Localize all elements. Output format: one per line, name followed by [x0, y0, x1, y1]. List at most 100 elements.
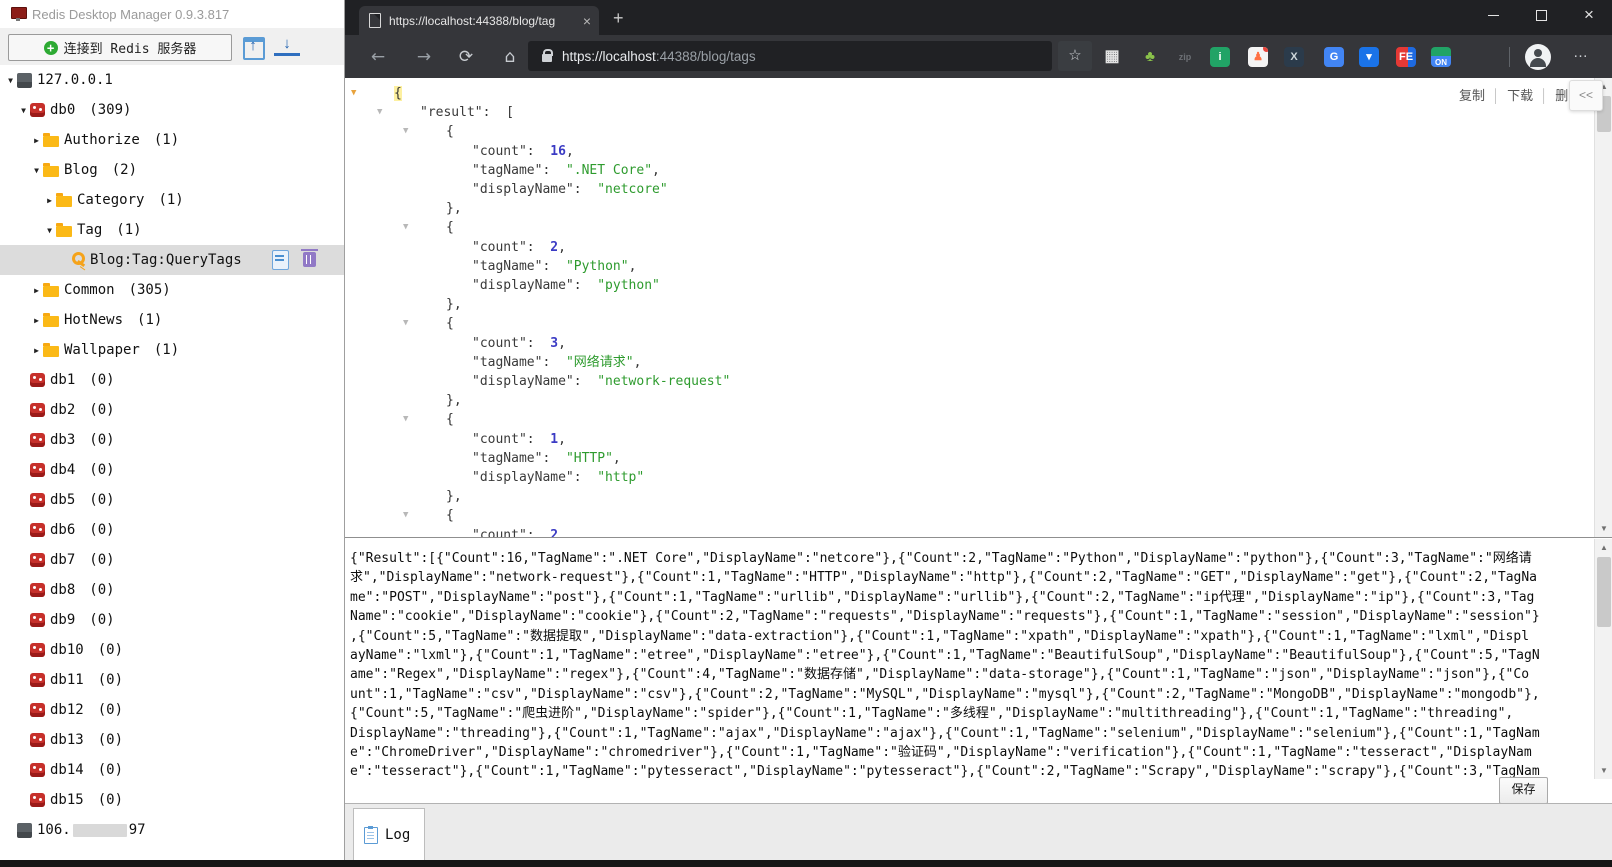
delete-key-icon[interactable]	[301, 249, 318, 267]
expand-arrow-icon[interactable]: ▼	[17, 106, 30, 115]
tab-close-icon[interactable]: ×	[583, 13, 591, 29]
qr-code-extension-icon[interactable]: ▦	[1102, 47, 1122, 67]
tree-row[interactable]: db2 (0)	[0, 395, 344, 425]
tree-row[interactable]: ▶ HotNews (1)	[0, 305, 344, 335]
plant-extension-icon[interactable]: ♣	[1140, 47, 1160, 67]
info-extension-icon[interactable]: i	[1210, 47, 1230, 67]
back-icon[interactable]: ←	[365, 44, 391, 70]
json-line: ▼{	[368, 122, 1548, 141]
folder-icon	[43, 283, 59, 297]
json-line: "count": 16,	[368, 142, 1548, 161]
key-count: (1)	[137, 312, 163, 328]
tree-row[interactable]: ▼ Blog (2)	[0, 155, 344, 185]
collapse-triangle-icon[interactable]: ▼	[403, 122, 408, 141]
tree-row[interactable]: db6 (0)	[0, 515, 344, 545]
save-button[interactable]: 保存	[1499, 777, 1548, 804]
tree-row[interactable]: db12 (0)	[0, 695, 344, 725]
browser-tabstrip: https://localhost:44388/blog/tag × + ×	[345, 0, 1612, 35]
tree-row[interactable]: ▶ Category (1)	[0, 185, 344, 215]
people-extension-icon[interactable]: ♟	[1248, 47, 1268, 67]
address-bar[interactable]: https://localhost:44388/blog/tags	[528, 41, 1052, 71]
forward-icon[interactable]: →	[411, 44, 437, 70]
screen: Redis Desktop Manager 0.9.3.817 + 连接到 Re…	[0, 0, 1612, 867]
tree-row[interactable]: db3 (0)	[0, 425, 344, 455]
home-icon[interactable]: ⌂	[497, 44, 523, 70]
new-tab-button[interactable]: +	[613, 8, 624, 29]
window-maximize-button[interactable]	[1518, 0, 1564, 30]
value-scrollbar[interactable]: ▲ ▼	[1594, 539, 1612, 779]
collapse-triangle-icon[interactable]: ▼	[377, 103, 382, 122]
refresh-icon[interactable]: ⟳	[453, 44, 479, 70]
collapse-triangle-icon[interactable]: ▼	[403, 410, 408, 429]
json-punct: :	[542, 354, 566, 370]
window-close-button[interactable]: ×	[1566, 0, 1612, 30]
collapse-arrow-icon[interactable]: ▶	[43, 196, 56, 205]
redis-icon	[30, 673, 45, 687]
dualsub-extension-icon[interactable]: ▾	[1359, 47, 1379, 67]
scrollbar-thumb[interactable]	[1597, 557, 1611, 627]
log-tab[interactable]: Log	[353, 808, 425, 861]
profile-avatar[interactable]	[1525, 44, 1551, 70]
scroll-down-icon[interactable]: ▼	[1595, 766, 1612, 775]
connect-to-redis-button[interactable]: + 连接到 Redis 服务器	[8, 34, 232, 61]
bookmark-star-icon[interactable]: ☆	[1058, 41, 1092, 71]
browser-tab[interactable]: https://localhost:44388/blog/tag ×	[359, 6, 599, 35]
json-tree-view: ▼{▼ "result": [▼{"count": 16, "tagName": "…	[351, 84, 1548, 537]
on-extension-icon[interactable]: ON	[1431, 47, 1451, 67]
tree-row[interactable]: db14 (0)	[0, 755, 344, 785]
tree-row[interactable]: ▼ Tag (1)	[0, 215, 344, 245]
export-connections-icon[interactable]: ↓	[274, 34, 300, 56]
key-count: (1)	[158, 192, 184, 208]
redis-icon	[30, 733, 45, 747]
folder-icon	[43, 133, 59, 147]
collapse-triangle-icon[interactable]: ▼	[351, 84, 356, 103]
collapse-arrow-icon[interactable]: ▶	[30, 286, 43, 295]
translate-extension-icon[interactable]: G	[1324, 47, 1344, 67]
tree-row[interactable]: db5 (0)	[0, 485, 344, 515]
tree-row[interactable]: ▶ Wallpaper (1)	[0, 335, 344, 365]
key-count: (1)	[153, 132, 180, 148]
json-line: "count": 2,	[368, 238, 1548, 257]
tree-row[interactable]: db1 (0)	[0, 365, 344, 395]
x-extension-icon[interactable]: X	[1284, 47, 1304, 67]
scroll-up-icon[interactable]: ▲	[1595, 543, 1612, 552]
json-key: "tagName"	[472, 162, 543, 178]
collapse-triangle-icon[interactable]: ▼	[403, 506, 408, 525]
rdm-connection-tree: ▼ 127.0.0.1 ▼ db0 (309) ▶ Authorize (1) ▼ Blog (2)…	[0, 65, 344, 860]
import-connections-icon[interactable]: ↑	[240, 34, 266, 60]
tree-row[interactable]: ▶ Authorize (1)	[0, 125, 344, 155]
tree-row[interactable]: db11 (0)	[0, 665, 344, 695]
collapse-triangle-icon[interactable]: ▼	[403, 218, 408, 237]
expand-arrow-icon[interactable]: ▼	[30, 166, 43, 175]
expand-arrow-icon[interactable]: ▼	[4, 76, 17, 85]
json-line: },	[368, 295, 1548, 314]
tree-key-row[interactable]: Blog:Tag:QueryTags	[0, 245, 344, 275]
tree-row[interactable]: db4 (0)	[0, 455, 344, 485]
tree-row[interactable]: db15 (0)	[0, 785, 344, 815]
tree-row[interactable]: ▼ 127.0.0.1	[0, 65, 344, 95]
collapse-arrow-icon[interactable]: ▶	[30, 136, 43, 145]
tree-row[interactable]: ▼ db0 (309)	[0, 95, 344, 125]
tree-row[interactable]: db13 (0)	[0, 725, 344, 755]
browser-menu-icon[interactable]: …	[1573, 44, 1589, 61]
collapse-arrow-icon[interactable]: ▶	[30, 316, 43, 325]
collapse-triangle-icon[interactable]: ▼	[403, 314, 408, 333]
tree-row[interactable]: db9 (0)	[0, 605, 344, 635]
tree-row[interactable]: 106. 97	[0, 815, 344, 845]
scroll-down-icon[interactable]: ▼	[1595, 524, 1612, 533]
json-punct: ,	[565, 143, 574, 159]
gitzip-extension-icon[interactable]: zip	[1175, 47, 1195, 67]
page-scrollbar[interactable]: ▲ ▼	[1594, 78, 1612, 537]
tree-row[interactable]: db7 (0)	[0, 545, 344, 575]
value-text[interactable]: {"Result":[{"Count":16,"TagName":".NET C…	[350, 549, 1590, 778]
tree-row[interactable]: db10 (0)	[0, 635, 344, 665]
edit-key-icon[interactable]	[272, 250, 289, 270]
collapse-panel-button[interactable]: <<	[1569, 80, 1603, 111]
fehelper-extension-icon[interactable]: FE	[1396, 47, 1416, 67]
expand-arrow-icon[interactable]: ▼	[43, 226, 56, 235]
collapse-arrow-icon[interactable]: ▶	[30, 346, 43, 355]
window-minimize-button[interactable]	[1470, 0, 1516, 30]
tree-row[interactable]: db8 (0)	[0, 575, 344, 605]
tree-row[interactable]: ▶ Common (305)	[0, 275, 344, 305]
json-punct: ,	[558, 239, 566, 255]
